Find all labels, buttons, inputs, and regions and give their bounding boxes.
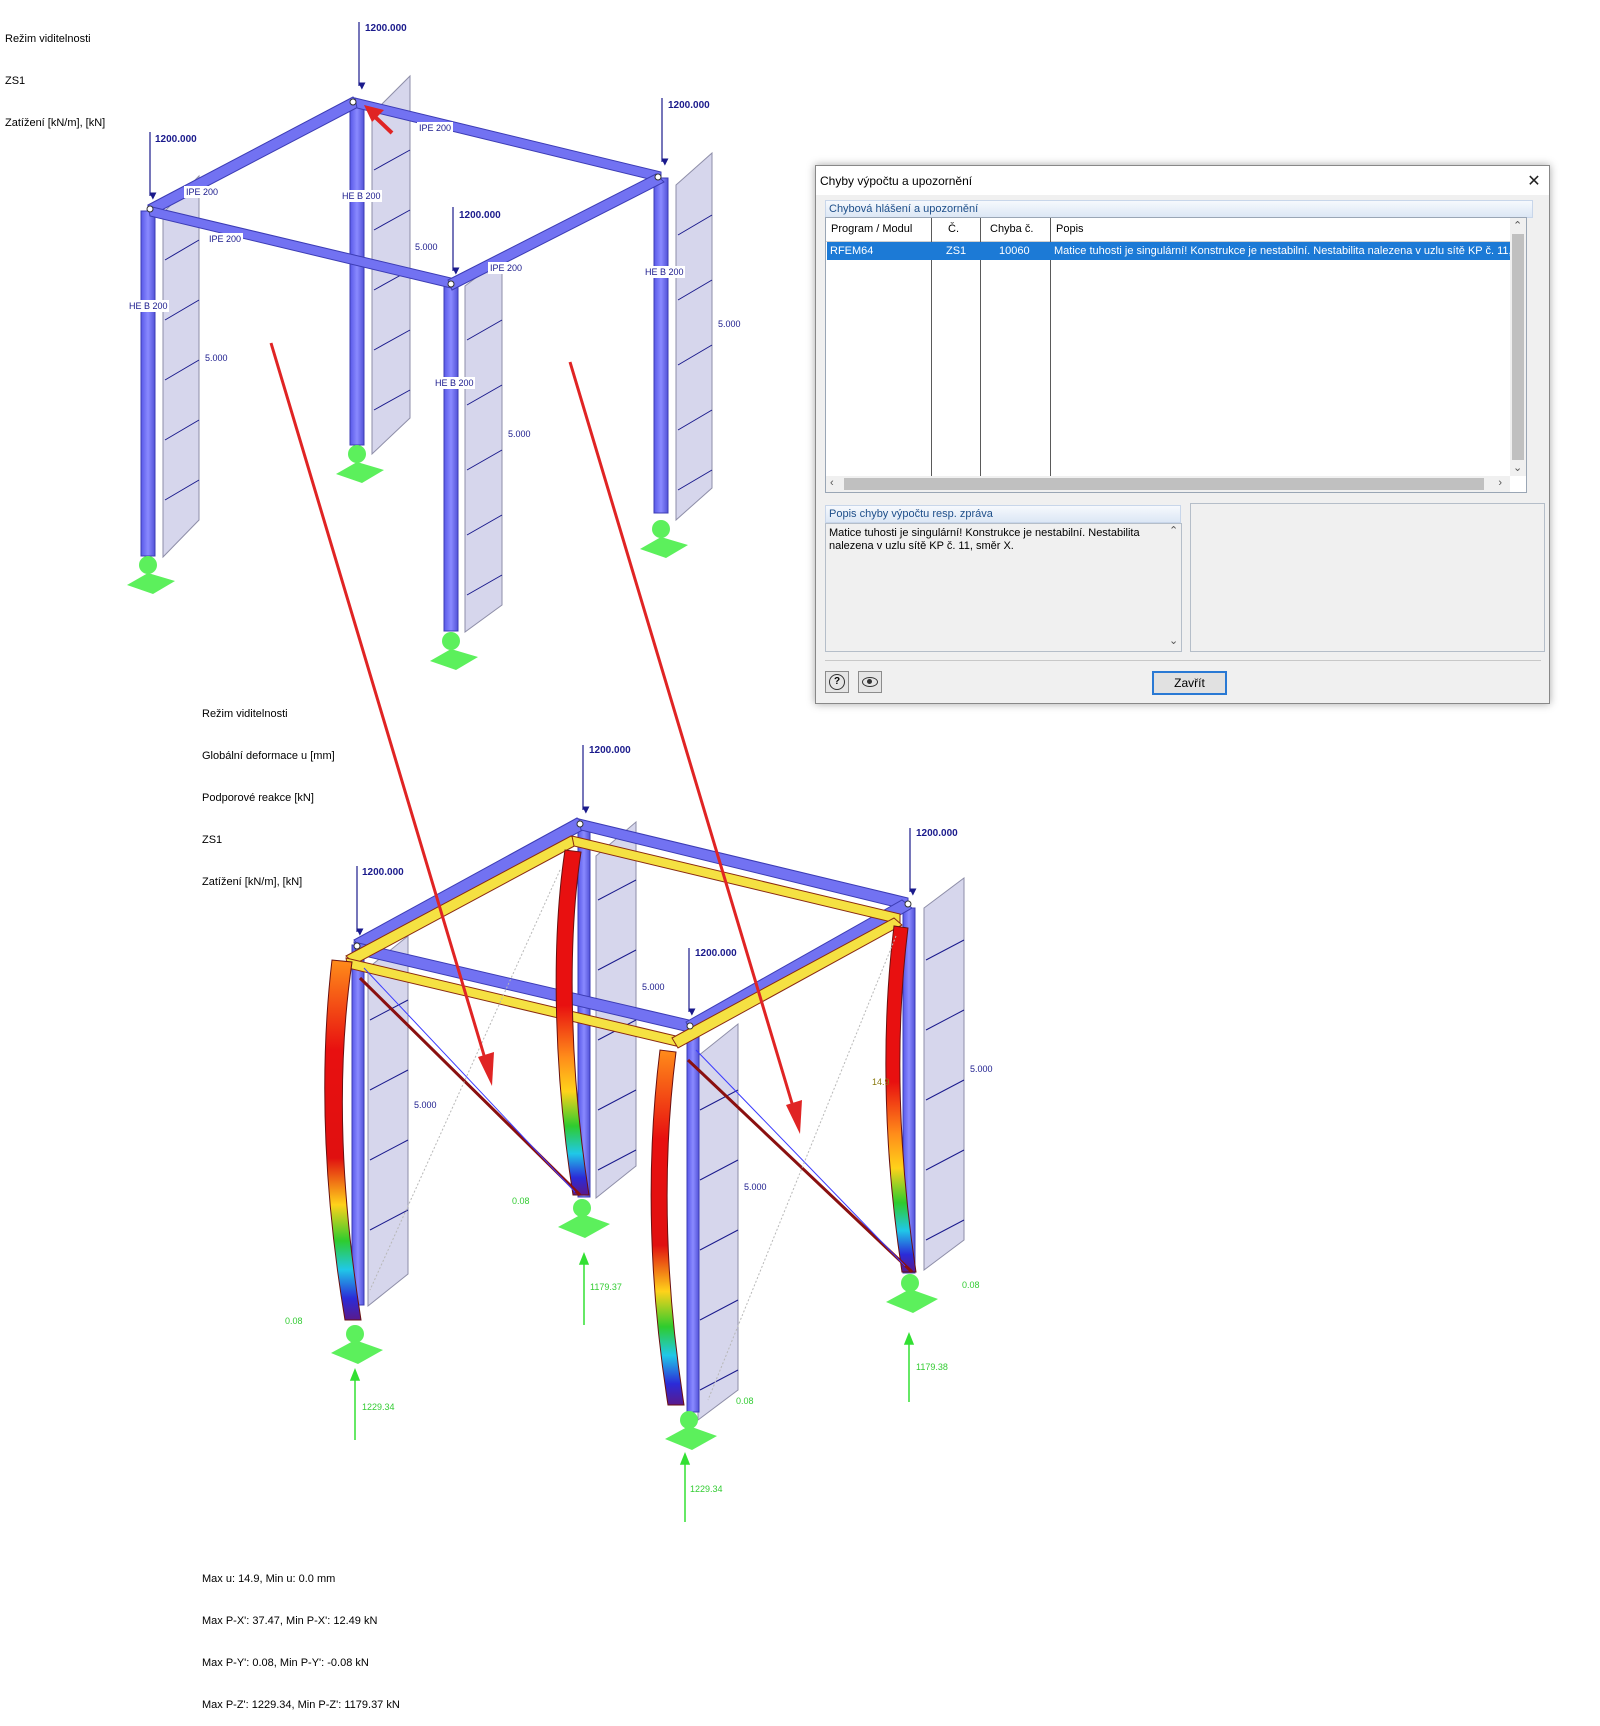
- nodal-load-value: 1200.000: [668, 100, 710, 111]
- error-description-text: Matice tuhosti je singulární! Konstrukce…: [829, 527, 1140, 552]
- reaction-value: 0.08: [736, 1396, 754, 1406]
- support-icon: [665, 1411, 717, 1450]
- errors-table[interactable]: Program / Modul Č. Chyba č. Popis RFEM64…: [825, 217, 1527, 493]
- section-label: IPE 200: [209, 234, 241, 244]
- reaction-value: 0.08: [285, 1316, 303, 1326]
- column-header-program[interactable]: Program / Modul: [831, 223, 912, 235]
- horizontal-scrollbar[interactable]: ‹ ›: [826, 476, 1510, 492]
- max-deformation-label: 14.9: [872, 1077, 890, 1087]
- column: [653, 177, 669, 514]
- nodal-load-value: 1200.000: [155, 134, 197, 145]
- deformed-beam: [345, 835, 581, 965]
- section-label: IPE 200: [490, 263, 522, 273]
- nodal-load-value: 1200.000: [589, 745, 631, 756]
- cell-description: Matice tuhosti je singulární! Konstrukce…: [1054, 245, 1522, 257]
- member-load-value: 5.000: [718, 319, 741, 329]
- member-load-value: 5.000: [414, 1100, 437, 1110]
- deformed-beam: [671, 917, 903, 1049]
- member-load-value: 5.000: [205, 353, 228, 363]
- member-load-value: 5.000: [415, 242, 438, 252]
- section-label: HE B 200: [435, 378, 474, 388]
- dialog-titlebar[interactable]: Chyby výpočtu a upozornění ✕: [816, 166, 1549, 195]
- support-icon: [127, 556, 175, 594]
- nodal-load-value: 1200.000: [459, 210, 501, 221]
- eye-icon: [862, 677, 878, 687]
- cell-case: ZS1: [946, 245, 967, 257]
- cell-error-no: 10060: [999, 245, 1030, 257]
- column: [140, 210, 156, 557]
- section-label: HE B 200: [129, 301, 168, 311]
- description-scrollbar[interactable]: ⌃ ⌄: [1166, 524, 1181, 649]
- support-icon: [558, 1199, 610, 1238]
- reaction-value: 1229.34: [690, 1484, 723, 1494]
- support-icon: [640, 520, 688, 558]
- deformed-column: [650, 1049, 685, 1406]
- close-button[interactable]: Zavřít: [1152, 671, 1227, 695]
- reaction-value: 0.08: [512, 1196, 530, 1206]
- view-button[interactable]: [858, 671, 882, 693]
- nodal-load-value: 1200.000: [695, 948, 737, 959]
- top-model: 1200.000 1200.000 1200.000 1200.000 IPE …: [127, 22, 741, 670]
- beam: [353, 817, 591, 951]
- vertical-scrollbar[interactable]: ⌃ ⌄: [1510, 218, 1526, 476]
- member-load-value: 5.000: [642, 982, 665, 992]
- list-group-header: Chybová hlášení a upozornění: [825, 200, 1533, 218]
- table-row[interactable]: RFEM64 ZS1 10060 Matice tuhosti je singu…: [827, 242, 1524, 260]
- member-load-value: 5.000: [744, 1182, 767, 1192]
- bottom-model: 1200.000 1200.000 1200.000 1200.000 5.00…: [285, 745, 993, 1522]
- reaction-value: 0.08: [962, 1280, 980, 1290]
- reaction-value: 1179.37: [590, 1282, 622, 1292]
- errors-dialog: Chyby výpočtu a upozornění ✕ Chybová hlá…: [815, 165, 1550, 704]
- load-panel: [162, 174, 200, 559]
- support-icon: [886, 1274, 938, 1313]
- beam: [447, 173, 665, 291]
- load-panel: [675, 151, 713, 522]
- scroll-left-icon[interactable]: ‹: [830, 477, 834, 489]
- detail-pane: [1190, 503, 1545, 652]
- error-description-box[interactable]: Matice tuhosti je singulární! Konstrukce…: [825, 523, 1182, 652]
- support-icon: [331, 1325, 383, 1364]
- column: [349, 104, 365, 446]
- support-icon: [336, 445, 384, 483]
- section-label: IPE 200: [186, 187, 218, 197]
- section-label: IPE 200: [419, 123, 451, 133]
- support-icon: [430, 632, 478, 670]
- reaction-value: 1179.38: [916, 1362, 948, 1372]
- column-header-case[interactable]: Č.: [948, 223, 959, 235]
- nodal-load-value: 1200.000: [365, 23, 407, 34]
- help-button[interactable]: ?: [825, 671, 849, 693]
- column-header-error-no[interactable]: Chyba č.: [990, 223, 1033, 235]
- scroll-right-icon[interactable]: ›: [1498, 477, 1502, 489]
- section-label: HE B 200: [645, 267, 684, 277]
- bottom-info-line: Max P-X': 37.47, Min P-X': 12.49 kN: [202, 1615, 378, 1627]
- bottom-info-line: Max P-Z': 1229.34, Min P-Z': 1179.37 kN: [202, 1699, 400, 1711]
- nodal-load-value: 1200.000: [362, 867, 404, 878]
- nodal-load-value: 1200.000: [916, 828, 958, 839]
- column-header-description[interactable]: Popis: [1056, 223, 1084, 235]
- section-label: HE B 200: [342, 191, 381, 201]
- member-load-value: 5.000: [508, 429, 531, 439]
- help-icon: ?: [829, 674, 845, 690]
- load-panel: [697, 1022, 739, 1421]
- dialog-title: Chyby výpočtu a upozornění: [820, 173, 973, 188]
- column: [443, 285, 459, 632]
- cell-program: RFEM64: [830, 245, 874, 257]
- load-panel: [464, 256, 503, 633]
- desc-group-header: Popis chyby výpočtu resp. zpráva: [825, 505, 1181, 523]
- close-icon[interactable]: ✕: [1519, 166, 1549, 195]
- bottom-info-line: Max P-Y': 0.08, Min P-Y': -0.08 kN: [202, 1657, 369, 1669]
- reaction-value: 1229.34: [362, 1402, 395, 1412]
- member-load-value: 5.000: [970, 1064, 993, 1074]
- beam: [147, 96, 363, 214]
- load-panel: [923, 877, 965, 1271]
